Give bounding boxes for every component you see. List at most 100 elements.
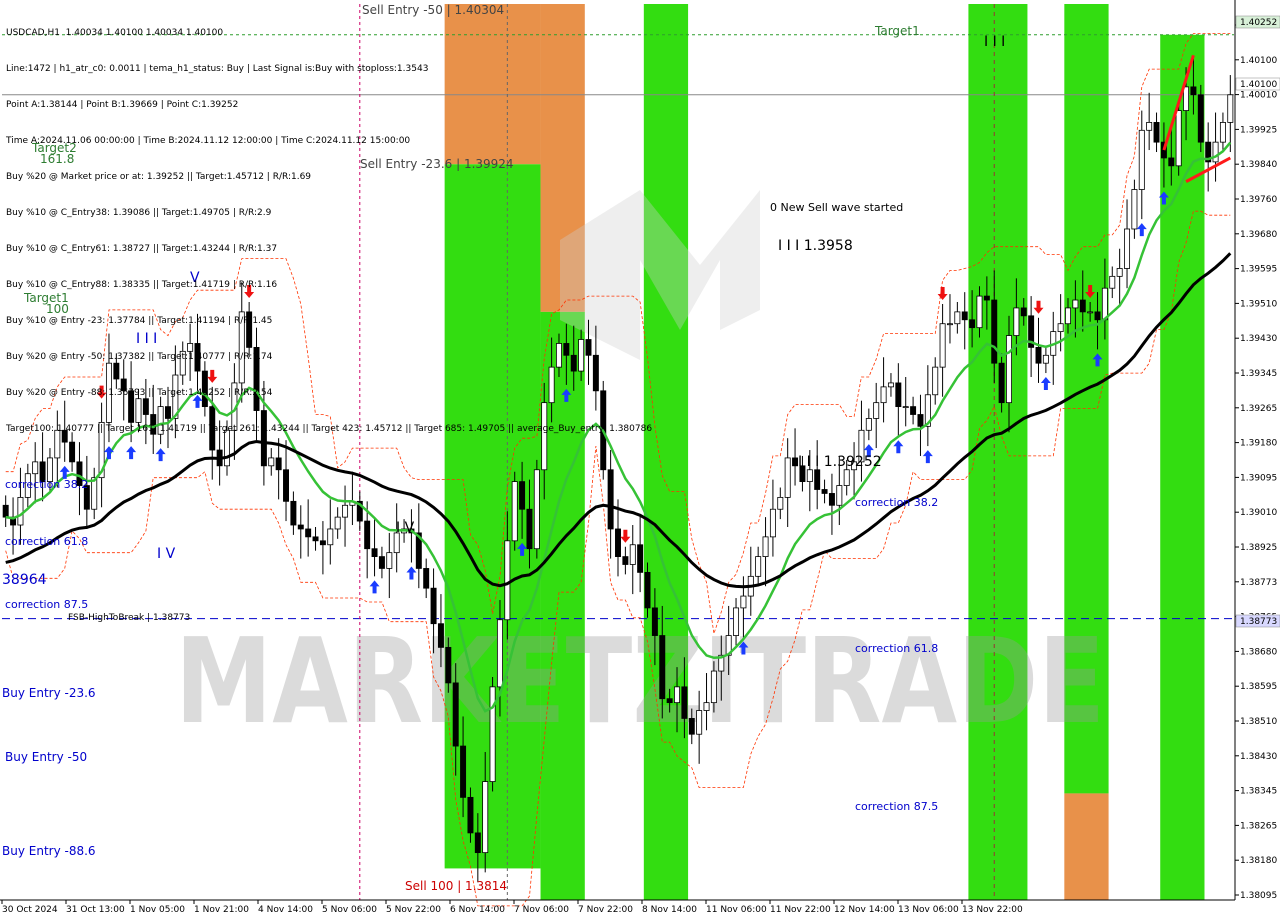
candle-body: [902, 406, 909, 409]
candle-body: [305, 528, 312, 538]
candle-body: [1006, 335, 1012, 404]
candle-body: [784, 457, 791, 498]
sell-100-label: Sell 100 | 1.3814: [405, 879, 507, 893]
orange-zone: [1064, 793, 1109, 900]
candle-body: [740, 595, 747, 609]
info-line: Buy %20 @ Entry -88: 1.36793 || Target:1…: [6, 388, 273, 398]
candle-body: [644, 571, 651, 609]
time-tick-label: 13 Nov 22:00: [962, 905, 1023, 915]
candle-body: [342, 504, 349, 518]
candle-body: [843, 469, 850, 486]
candle-body: [32, 461, 39, 475]
correction-618-left: correction 61.8: [5, 535, 88, 548]
info-line: Buy %10 @ C_Entry38: 1.39086 || Target:1…: [6, 208, 272, 218]
candle-body: [334, 516, 341, 530]
candle-body: [91, 477, 98, 510]
candle-body: [364, 520, 371, 550]
candle-body: [821, 489, 828, 494]
candle-body: [865, 418, 872, 431]
price-tick-label: 1.38680: [1240, 647, 1277, 657]
candle-body: [769, 508, 776, 538]
time-tick-label: 5 Nov 22:00: [386, 905, 441, 915]
candle-body: [1072, 299, 1079, 309]
price-tick-label: 1.39595: [1240, 265, 1277, 275]
time-tick-label: 11 Nov 06:00: [706, 905, 767, 915]
left-price-label: 38964: [2, 572, 47, 588]
candle-body: [283, 469, 290, 502]
info-line: Buy %20 @ Entry -50: 1.37382 || Target:1…: [6, 352, 273, 362]
price-label-text: 1.40252: [1240, 18, 1277, 28]
price-label-text: 1.38773: [1240, 617, 1277, 627]
price-tick-label: 1.38430: [1240, 752, 1277, 762]
price-tick-label: 1.39265: [1240, 404, 1277, 414]
price-tick-label: 1.39345: [1240, 369, 1277, 379]
price-tick-label: 1.38510: [1240, 717, 1277, 727]
candle-body: [504, 540, 511, 621]
buy-entry-236-label: Buy Entry -23.6: [2, 686, 96, 700]
candle-body: [1131, 189, 1138, 230]
time-tick-label: 7 Nov 06:00: [514, 905, 569, 915]
candle-body: [1094, 311, 1101, 321]
info-line: Line:1472 | h1_atr_c0: 0.0011 | tema_h1_…: [6, 64, 429, 74]
candle-body: [1190, 86, 1197, 96]
candle-body: [386, 552, 393, 569]
candle-body: [1057, 323, 1064, 333]
candle-body: [519, 481, 526, 510]
candle-body: [1219, 122, 1226, 143]
candle-body: [1153, 122, 1160, 143]
time-tick-label: 7 Nov 22:00: [578, 905, 633, 915]
candle-body: [615, 528, 621, 557]
candle-body: [836, 485, 843, 506]
price-tick-label: 1.40010: [1240, 91, 1277, 101]
green-zone: [968, 4, 1028, 900]
target1-top-label: Target1: [874, 24, 920, 38]
candle-body: [954, 311, 961, 325]
price-tick-label: 1.39925: [1240, 125, 1277, 135]
info-line: Time A:2024.11.06 00:00:00 | Time B:2024…: [6, 136, 411, 146]
price-tick-label: 1.38095: [1240, 891, 1277, 901]
candle-body: [659, 635, 666, 700]
candle-body: [1035, 347, 1042, 364]
candle-body: [629, 544, 636, 565]
candle-body: [445, 646, 452, 684]
info-panel: USDCAD,H1 1.40034 1.40100 1.40034 1.4010…: [6, 3, 652, 447]
candle-body: [969, 319, 976, 329]
candle-body: [762, 536, 769, 557]
candle-body: [622, 556, 629, 565]
candle-body: [1227, 94, 1234, 123]
candle-body: [674, 686, 680, 704]
candle-body: [452, 682, 459, 747]
candle-body: [496, 619, 503, 688]
candle-body: [792, 457, 799, 467]
candle-body: [533, 469, 540, 550]
candle-body: [290, 500, 297, 526]
candle-body: [681, 686, 688, 719]
candle-body: [437, 623, 444, 648]
candle-body: [976, 295, 983, 329]
time-tick-label: 30 Oct 2024: [2, 905, 58, 915]
candle-body: [489, 686, 496, 782]
correction-382-left: correction 38.2: [5, 478, 88, 491]
price-tick-label: 1.39010: [1240, 508, 1277, 518]
candle-body: [688, 718, 695, 735]
correction-382-right: correction 38.2: [855, 496, 938, 509]
watermark-text: MARKETZITRADE: [175, 612, 1105, 750]
candle-body: [526, 508, 533, 550]
candle-body: [1124, 228, 1131, 269]
price-tick-label: 1.39840: [1240, 160, 1277, 170]
candle-body: [880, 386, 887, 404]
candle-body: [1042, 354, 1049, 364]
candle-body: [696, 710, 703, 735]
candle-body: [1065, 307, 1071, 325]
green-zone: [1160, 34, 1205, 901]
info-line: Point A:1.38144 | Point B:1.39669 | Poin…: [6, 100, 239, 110]
price-tick-label: 1.39760: [1240, 195, 1277, 205]
price-tick-label: 1.38180: [1240, 856, 1277, 866]
candle-body: [1138, 129, 1145, 190]
candle-body: [467, 796, 474, 834]
correction-875-left: correction 87.5: [5, 598, 88, 611]
candle-body: [312, 536, 319, 542]
candle-body: [378, 556, 385, 569]
candle-body: [1109, 275, 1116, 289]
candle-body: [828, 493, 835, 506]
